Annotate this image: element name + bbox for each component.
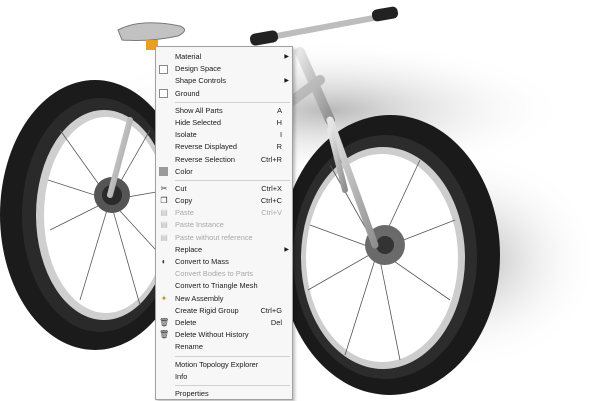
menu-item-convert-bodies-to-parts[interactable]: Convert Bodies to Parts bbox=[156, 268, 292, 280]
chevron-right-icon: ▶ bbox=[284, 246, 289, 253]
menu-separator bbox=[175, 179, 290, 181]
menu-item-reverse-selection[interactable]: Reverse Selection Ctrl+R bbox=[156, 154, 292, 166]
menu-separator bbox=[175, 355, 290, 357]
menu-item-material[interactable]: Material ▶ bbox=[156, 51, 292, 63]
chevron-right-icon: ▶ bbox=[284, 54, 289, 60]
menu-item-shape-controls[interactable]: Shape Controls ▶ bbox=[156, 75, 292, 87]
menu-item-design-space[interactable]: Design Space bbox=[156, 63, 292, 75]
menu-item-show-all-parts[interactable]: Show All Parts A bbox=[156, 105, 292, 117]
menu-item-color[interactable]: Color bbox=[156, 166, 292, 178]
menu-item-isolate[interactable]: Isolate I bbox=[156, 129, 292, 141]
chevron-right-icon: ▶ bbox=[284, 78, 289, 85]
menu-item-new-assembly[interactable]: ✦ New Assembly bbox=[156, 293, 292, 305]
menu-item-delete-without-history[interactable]: 🗑 Delete Without History bbox=[156, 329, 292, 341]
menu-item-reverse-displayed[interactable]: Reverse Displayed R bbox=[156, 141, 292, 153]
menu-separator bbox=[175, 101, 290, 103]
color-swatch-icon bbox=[159, 167, 168, 177]
trash-icon: 🗑 bbox=[159, 317, 170, 327]
menu-item-rename[interactable]: Rename bbox=[156, 341, 292, 353]
menu-item-motion-topology-explorer[interactable]: Motion Topology Explorer bbox=[156, 359, 292, 371]
paste-instance-icon: ▤ bbox=[160, 220, 168, 230]
context-menu: Material ▶ Design Space Shape Controls ▶ G… bbox=[155, 46, 293, 400]
menu-item-delete[interactable]: 🗑 Delete Del bbox=[156, 317, 292, 329]
menu-item-create-rigid-group[interactable]: Create Rigid Group Ctrl+G bbox=[156, 305, 292, 317]
menu-separator bbox=[175, 384, 290, 386]
copy-icon: ❐ bbox=[160, 196, 168, 206]
paste-reference-icon: ▤ bbox=[160, 232, 168, 242]
menu-item-hide-selected[interactable]: Hide Selected H bbox=[156, 117, 292, 129]
mass-icon: ◐ bbox=[161, 257, 167, 266]
menu-item-replace[interactable]: Replace ▶ bbox=[156, 244, 292, 256]
checkbox-icon[interactable] bbox=[159, 64, 168, 74]
menu-item-convert-to-triangle-mesh[interactable]: Convert to Triangle Mesh bbox=[156, 280, 292, 292]
assembly-icon: ✦ bbox=[160, 293, 168, 303]
checkbox-icon[interactable] bbox=[159, 89, 168, 99]
menu-item-cut[interactable]: ✂ Cut Ctrl+X bbox=[156, 183, 292, 195]
menu-item-info[interactable]: Info bbox=[156, 371, 292, 383]
menu-item-paste[interactable]: ▤ Paste Ctrl+V bbox=[156, 207, 292, 219]
menu-item-ground[interactable]: Ground bbox=[156, 88, 292, 100]
scissors-icon: ✂ bbox=[160, 183, 168, 193]
menu-item-paste-without-reference[interactable]: ▤ Paste without reference bbox=[156, 232, 292, 244]
paste-icon: ▤ bbox=[160, 208, 168, 218]
menu-item-paste-instance[interactable]: ▤ Paste Instance bbox=[156, 219, 292, 231]
menu-item-convert-to-mass[interactable]: ◐ Convert to Mass bbox=[156, 256, 292, 268]
menu-item-properties[interactable]: Properties bbox=[156, 388, 292, 400]
trash-icon: 🗑 bbox=[159, 330, 170, 340]
front-wheel bbox=[280, 115, 500, 395]
bicycle-3d-viewport[interactable] bbox=[0, 0, 599, 401]
menu-item-copy[interactable]: ❐ Copy Ctrl+C bbox=[156, 195, 292, 207]
